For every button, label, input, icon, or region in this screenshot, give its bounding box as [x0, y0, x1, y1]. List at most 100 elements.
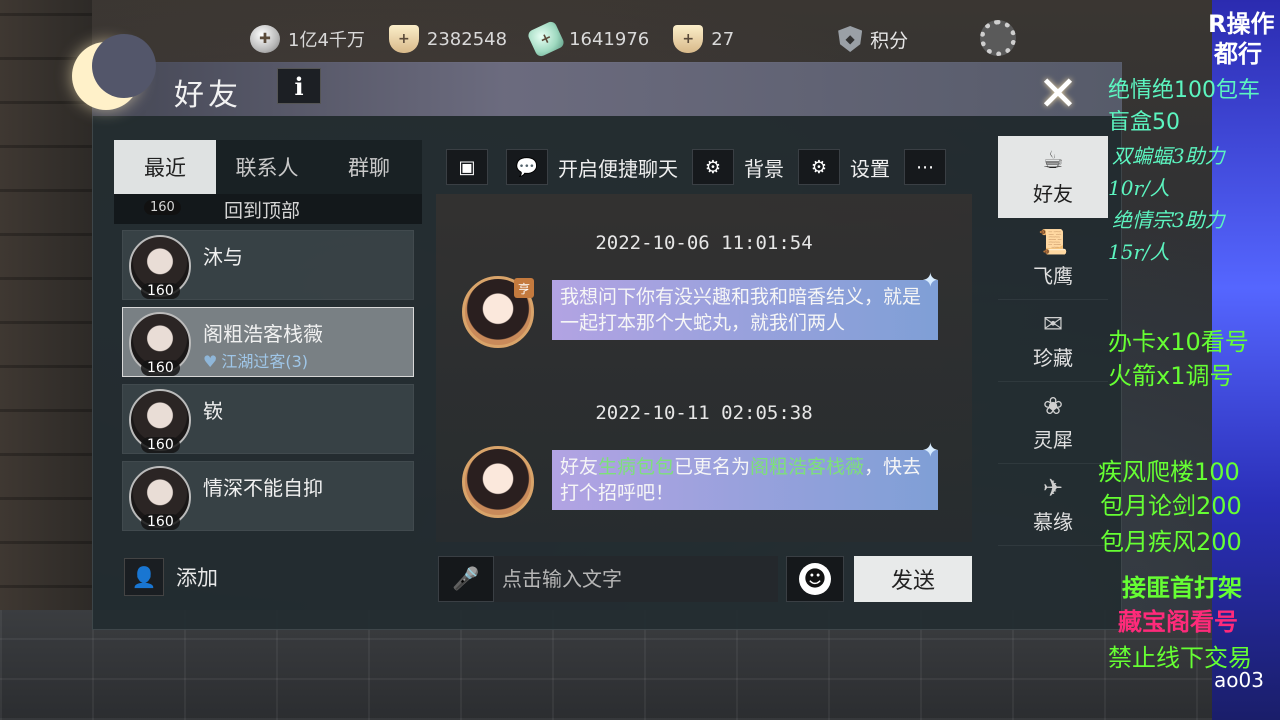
resource-jade[interactable]: + 1641976: [526, 19, 650, 59]
new-name: 阁粗浩客栈薇: [750, 456, 865, 478]
grid-menu-icon[interactable]: ⋯: [904, 149, 946, 185]
overlay-text: 都行: [1214, 40, 1262, 68]
add-user-icon: 👤: [124, 558, 164, 596]
resource-bowl[interactable]: + 27: [673, 25, 734, 53]
profile-card-icon[interactable]: ▣: [446, 149, 488, 185]
gear-icon[interactable]: ⚙: [692, 149, 734, 185]
back-to-top-level: 160: [144, 200, 181, 215]
overlay-text: 绝情绝100包车: [1108, 78, 1260, 103]
friend-relation: ♥ 江湖过客(3): [203, 348, 308, 372]
sparkle-icon: ✦: [922, 438, 939, 462]
friend-item-selected[interactable]: 160 阁粗浩客栈薇 ♥ 江湖过客(3): [122, 307, 414, 377]
chat-bubble-icon[interactable]: 💬: [506, 149, 548, 185]
microphone-icon[interactable]: 🎤: [438, 556, 494, 602]
rename-mid: 已更名为: [674, 456, 751, 478]
background-button[interactable]: 背景: [744, 153, 784, 182]
avatar: [462, 446, 534, 518]
chat-input[interactable]: [494, 556, 778, 602]
settings-button[interactable]: 设置: [850, 153, 890, 182]
resource-jade-value: 1641976: [569, 28, 650, 50]
rename-prefix: 好友: [560, 456, 599, 478]
nav-friends[interactable]: ☕ 好友: [998, 136, 1108, 218]
nav-eagle-label: 飞鹰: [1033, 264, 1073, 288]
friend-name: 嵚: [203, 399, 223, 423]
overlay-text: 10r/人: [1108, 176, 1170, 200]
friend-level: 160: [141, 283, 180, 299]
shield-icon: ◆: [838, 26, 863, 52]
overlay-text: 藏宝阁看号: [1118, 608, 1238, 636]
friend-level: 160: [141, 437, 180, 453]
overlay-text: 火箭x1调号: [1108, 362, 1234, 390]
emoji-button[interactable]: ☻: [786, 556, 844, 602]
close-button[interactable]: ✕: [1026, 66, 1090, 122]
back-to-top-label: 回到顶部: [224, 199, 301, 222]
nav-collection-label: 珍藏: [1033, 346, 1073, 370]
gear-icon[interactable]: [980, 20, 1016, 56]
back-to-top-button[interactable]: 160 回到顶部: [114, 194, 422, 224]
chat-input-row: 🎤 ☻ 发送: [438, 556, 972, 602]
overlay-text: 双蝙蝠3助力: [1112, 144, 1225, 168]
message-badge: 亨: [514, 278, 534, 298]
tab-recent[interactable]: 最近: [114, 140, 216, 194]
nav-collection[interactable]: ✉ 珍藏: [998, 300, 1108, 382]
overlay-text: 包月论剑200: [1100, 492, 1242, 520]
friend-level: 160: [141, 360, 180, 376]
overlay-text: 盲盒50: [1108, 110, 1180, 135]
collection-icon: ✉: [1042, 310, 1064, 338]
resource-silver-value: 2382548: [426, 28, 508, 50]
friend-item[interactable]: 160 沐与: [122, 230, 414, 300]
overlay-text: 15r/人: [1108, 240, 1170, 264]
panel-title: 好友: [174, 78, 242, 113]
charm-icon: ❀: [1042, 392, 1064, 420]
message-timestamp: 2022-10-06 11:01:54: [595, 232, 813, 254]
smiley-icon: ☻: [799, 563, 831, 595]
resource-bowl-value: 27: [711, 28, 735, 50]
nav-eagle-mail[interactable]: 📜 飞鹰: [998, 218, 1108, 300]
friend-list: 160 沐与 160 阁粗浩客栈薇 ♥ 江湖过客(3) 160 嵚 160 情深不…: [114, 230, 422, 531]
add-friend-button[interactable]: 👤 添加: [114, 552, 422, 602]
send-button[interactable]: 发送: [854, 556, 972, 602]
overlay-text: ao03: [1214, 668, 1264, 692]
nav-friends-label: 好友: [1033, 182, 1073, 206]
crane-icon: ✈: [1042, 474, 1064, 502]
chat-bubble-system: 好友生病包包已更名为阁粗浩客栈薇，快去打个招呼吧！: [552, 450, 938, 510]
friend-item[interactable]: 160 嵚: [122, 384, 414, 454]
overlay-text: 包月疾风200: [1100, 528, 1242, 556]
old-name: 生病包包: [598, 456, 675, 478]
chat-toolbar: ▣ 💬 开启便捷聊天 ⚙ 背景 ⚙ 设置 ⋯: [446, 148, 946, 186]
nav-muyuan[interactable]: ✈ 慕缘: [998, 464, 1108, 546]
friend-name: 情深不能自抑: [203, 476, 323, 500]
resource-coin-value: 1亿4千万: [288, 30, 365, 51]
overlay-text: 办卡x10看号: [1108, 328, 1249, 356]
friend-list-column: 最近 联系人 群聊 160 回到顶部 160 沐与 160 阁粗浩客栈薇 ♥ 江湖…: [114, 140, 422, 605]
add-friend-label: 添加: [176, 566, 218, 590]
nav-muyuan-label: 慕缘: [1033, 510, 1073, 534]
panel-header: [92, 62, 1122, 116]
friend-item[interactable]: 160 情深不能自抑: [122, 461, 414, 531]
nav-lingxi-label: 灵犀: [1033, 428, 1073, 452]
jade-icon: +: [526, 19, 566, 59]
quick-chat-button[interactable]: 开启便捷聊天: [558, 153, 678, 182]
info-button[interactable]: i: [277, 68, 321, 104]
chat-history[interactable]: 2022-10-06 11:01:54 亨 我想问下你有没兴趣和我和暗香结义，就…: [436, 194, 972, 542]
overlay-text: 疾风爬楼100: [1098, 458, 1240, 486]
resource-bar: ✚ 1亿4千万 + 2382548 + 1641976 + 27 ◆ 积分: [250, 16, 1030, 62]
score-button[interactable]: ◆ 积分: [838, 26, 908, 53]
scroll-icon: 📜: [1038, 228, 1068, 256]
tab-contacts[interactable]: 联系人: [216, 140, 318, 194]
chat-bubble: 我想问下你有没兴趣和我和暗香结义，就是一起打本那个大蛇丸，就我们两人: [552, 280, 938, 340]
tab-group-chat[interactable]: 群聊: [318, 140, 420, 194]
overlay-text: 接匪首打架: [1122, 574, 1242, 602]
nav-lingxi[interactable]: ❀ 灵犀: [998, 382, 1108, 464]
resource-coin[interactable]: ✚ 1亿4千万: [250, 25, 365, 53]
sparkle-icon: ✦: [922, 268, 939, 292]
gear-icon[interactable]: ⚙: [798, 149, 840, 185]
message-timestamp: 2022-10-11 02:05:38: [595, 402, 813, 424]
silver-icon: +: [388, 25, 419, 53]
bowl-icon: +: [673, 25, 704, 53]
friend-relation-label: 江湖过客(3): [221, 352, 309, 371]
friend-level: 160: [141, 514, 180, 530]
friend-name: 阁粗浩客栈薇: [203, 322, 323, 346]
resource-silver[interactable]: + 2382548: [388, 25, 508, 53]
heart-icon: ♥: [203, 352, 218, 371]
